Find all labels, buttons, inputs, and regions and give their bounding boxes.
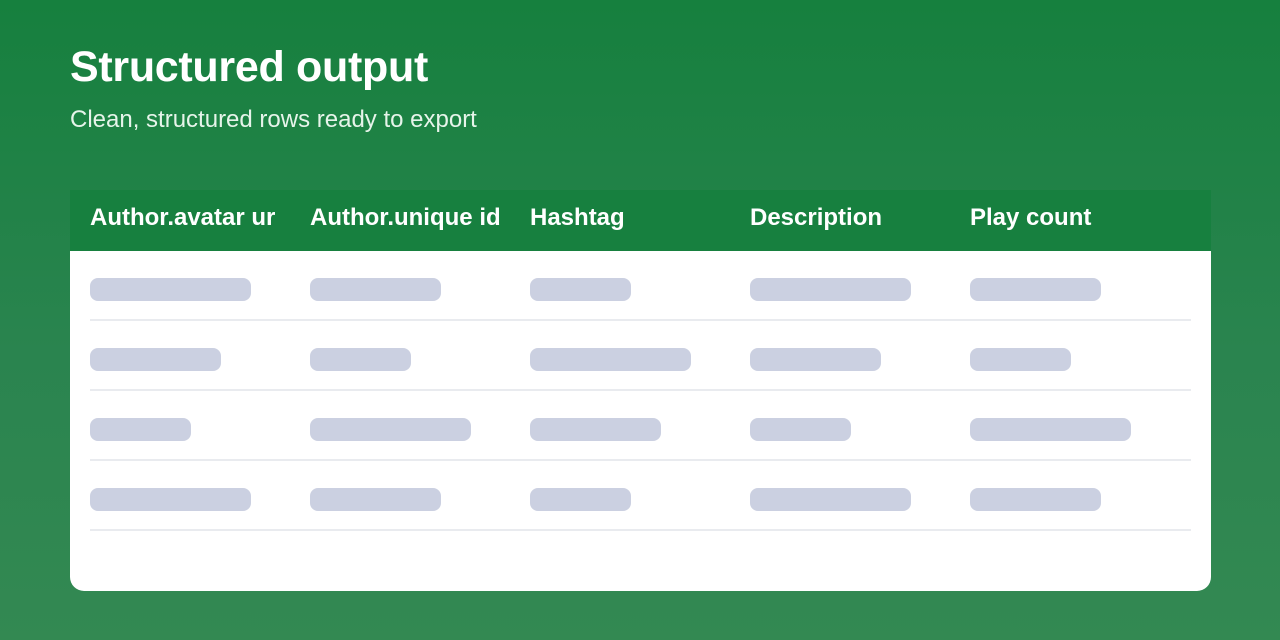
table-row bbox=[90, 391, 1191, 461]
skeleton-cell bbox=[530, 418, 661, 441]
table-row bbox=[90, 321, 1191, 391]
skeleton-cell bbox=[310, 278, 441, 301]
skeleton-cell bbox=[90, 278, 251, 301]
skeleton-cell bbox=[310, 488, 441, 511]
skeleton-cell bbox=[90, 418, 191, 441]
skeleton-cell bbox=[970, 488, 1101, 511]
data-table: Author.avatar ur Author.unique id Hashta… bbox=[70, 190, 1211, 591]
table-row bbox=[90, 461, 1191, 531]
skeleton-cell bbox=[970, 278, 1101, 301]
table-body bbox=[70, 251, 1211, 591]
skeleton-cell bbox=[530, 278, 631, 301]
table-header: Author.avatar ur Author.unique id Hashta… bbox=[70, 190, 1211, 251]
skeleton-cell bbox=[310, 348, 411, 371]
column-header-play-count[interactable]: Play count bbox=[970, 190, 1182, 251]
page-subtitle: Clean, structured rows ready to export bbox=[70, 106, 477, 133]
skeleton-cell bbox=[970, 418, 1131, 441]
skeleton-cell bbox=[90, 348, 221, 371]
column-header-hashtag[interactable]: Hashtag bbox=[530, 190, 742, 251]
column-header-description[interactable]: Description bbox=[750, 190, 962, 251]
skeleton-cell bbox=[90, 488, 251, 511]
skeleton-cell bbox=[310, 418, 471, 441]
skeleton-cell bbox=[750, 418, 851, 441]
skeleton-cell bbox=[530, 348, 691, 371]
skeleton-cell bbox=[750, 488, 911, 511]
page-title: Structured output bbox=[70, 43, 428, 91]
skeleton-cell bbox=[970, 348, 1071, 371]
table-row bbox=[90, 251, 1191, 321]
column-header-author-avatar-url[interactable]: Author.avatar ur bbox=[90, 190, 302, 251]
skeleton-cell bbox=[530, 488, 631, 511]
skeleton-cell bbox=[750, 348, 881, 371]
skeleton-cell bbox=[750, 278, 911, 301]
column-header-author-unique-id[interactable]: Author.unique id bbox=[310, 190, 522, 251]
